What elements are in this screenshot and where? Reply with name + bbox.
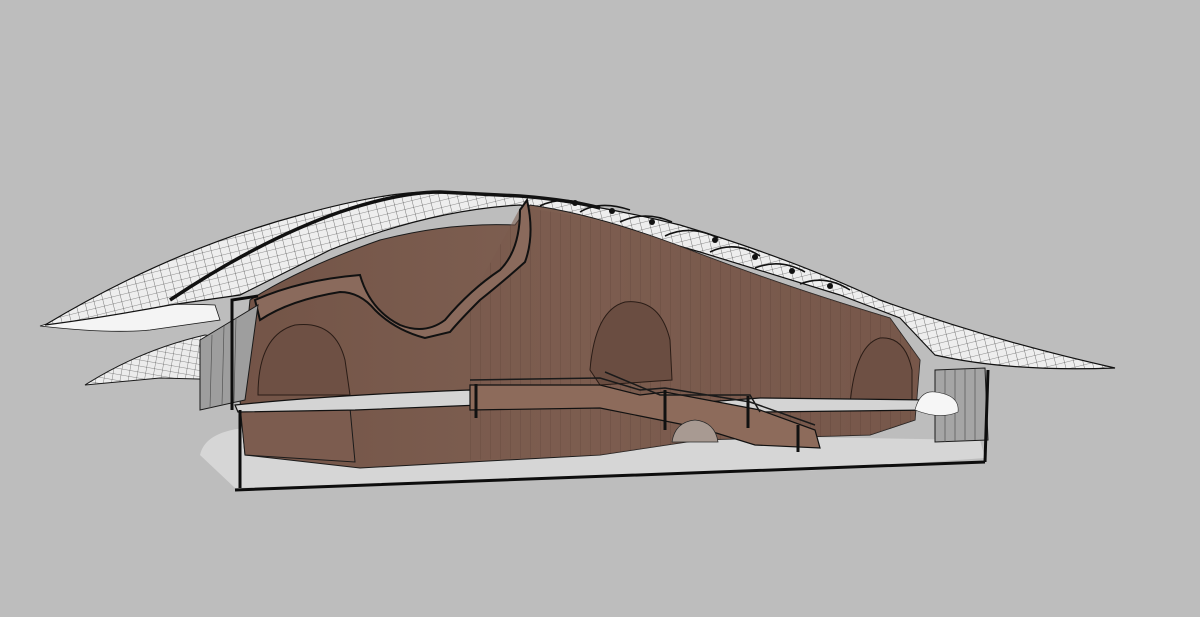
architectural-section-model xyxy=(39,190,1116,492)
3d-viewport[interactable] xyxy=(0,0,1200,617)
wood-lower-left-block xyxy=(239,404,356,463)
